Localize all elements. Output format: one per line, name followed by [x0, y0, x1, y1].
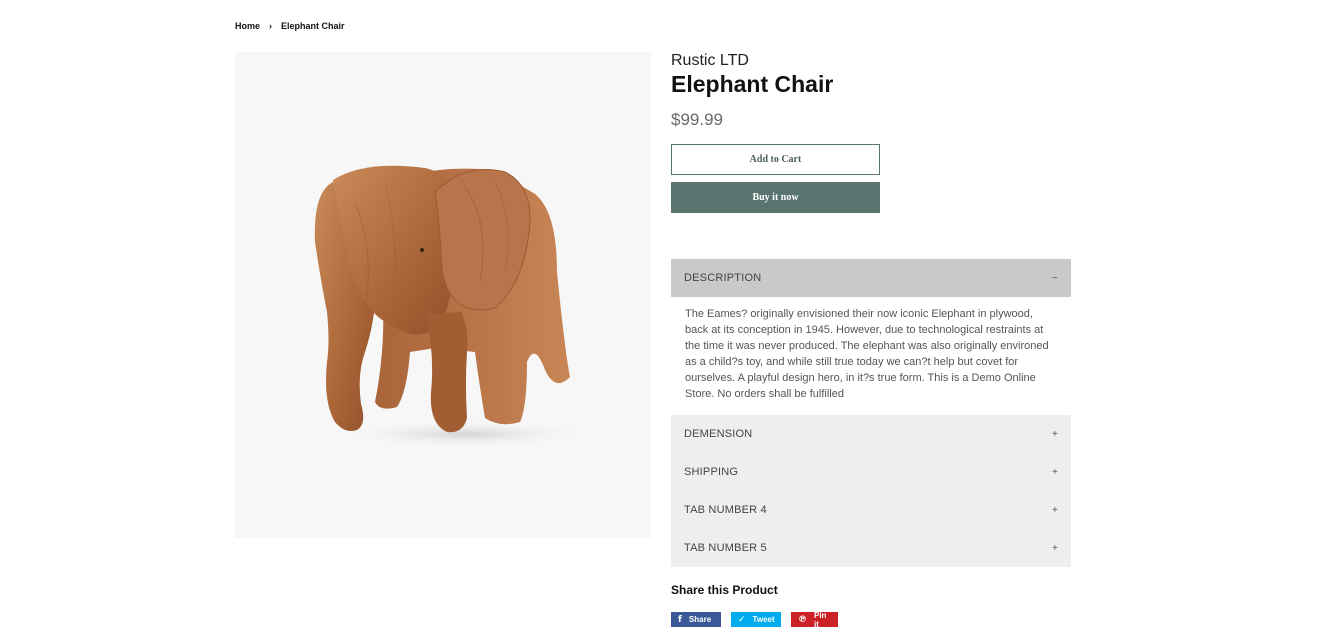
- buy-now-button[interactable]: Buy it now: [671, 182, 880, 213]
- plus-icon: +: [1051, 504, 1058, 516]
- twitter-tweet-button[interactable]: ✓ Tweet: [731, 612, 781, 627]
- product-tabs: DESCRIPTION − The Eames? originally envi…: [671, 259, 1071, 567]
- product-price: $99.99: [671, 110, 723, 129]
- breadcrumb-separator-icon: ›: [269, 21, 273, 31]
- tab-number-4-label: TAB NUMBER 4: [684, 504, 767, 516]
- tab-shipping[interactable]: SHIPPING +: [671, 453, 1071, 491]
- tab-demension[interactable]: DEMENSION +: [671, 415, 1071, 453]
- tab-demension-label: DEMENSION: [684, 428, 753, 440]
- share-title: Share this Product: [671, 583, 778, 597]
- product-title: Elephant Chair: [671, 71, 834, 97]
- add-to-cart-button[interactable]: Add to Cart: [671, 144, 880, 175]
- tab-number-5[interactable]: TAB NUMBER 5 +: [671, 529, 1071, 567]
- minus-icon: −: [1051, 272, 1058, 284]
- tab-number-4[interactable]: TAB NUMBER 4 +: [671, 491, 1071, 529]
- product-image[interactable]: [235, 52, 651, 538]
- plus-icon: +: [1051, 466, 1058, 478]
- tab-description-label: DESCRIPTION: [684, 272, 762, 284]
- tab-shipping-label: SHIPPING: [684, 466, 739, 478]
- facebook-icon: f: [678, 614, 682, 625]
- description-text: The Eames? originally envisioned their n…: [671, 297, 1071, 415]
- breadcrumb-home-link[interactable]: Home: [235, 21, 260, 31]
- tab-number-5-label: TAB NUMBER 5: [684, 542, 767, 554]
- pinterest-icon: ℗: [798, 614, 807, 625]
- twitter-icon: ✓: [738, 614, 746, 625]
- pinterest-pin-label: Pin it: [814, 610, 827, 629]
- share-buttons: f Share ✓ Tweet ℗ Pin it: [671, 610, 838, 629]
- elephant-chair-image: [314, 165, 595, 448]
- plus-icon: +: [1051, 428, 1058, 440]
- product-page: Home › Elephant Chair Rustic LTD Elephan…: [0, 0, 1330, 644]
- product-vendor: Rustic LTD: [671, 52, 749, 69]
- plus-icon: +: [1051, 542, 1058, 554]
- breadcrumb-current: Elephant Chair: [281, 21, 345, 31]
- pinterest-pin-button[interactable]: ℗ Pin it: [791, 610, 838, 629]
- facebook-share-label: Share: [688, 615, 712, 624]
- twitter-tweet-label: Tweet: [752, 615, 775, 624]
- breadcrumb: Home › Elephant Chair: [235, 21, 345, 31]
- tab-description[interactable]: DESCRIPTION −: [671, 259, 1071, 297]
- facebook-share-button[interactable]: f Share: [671, 612, 721, 627]
